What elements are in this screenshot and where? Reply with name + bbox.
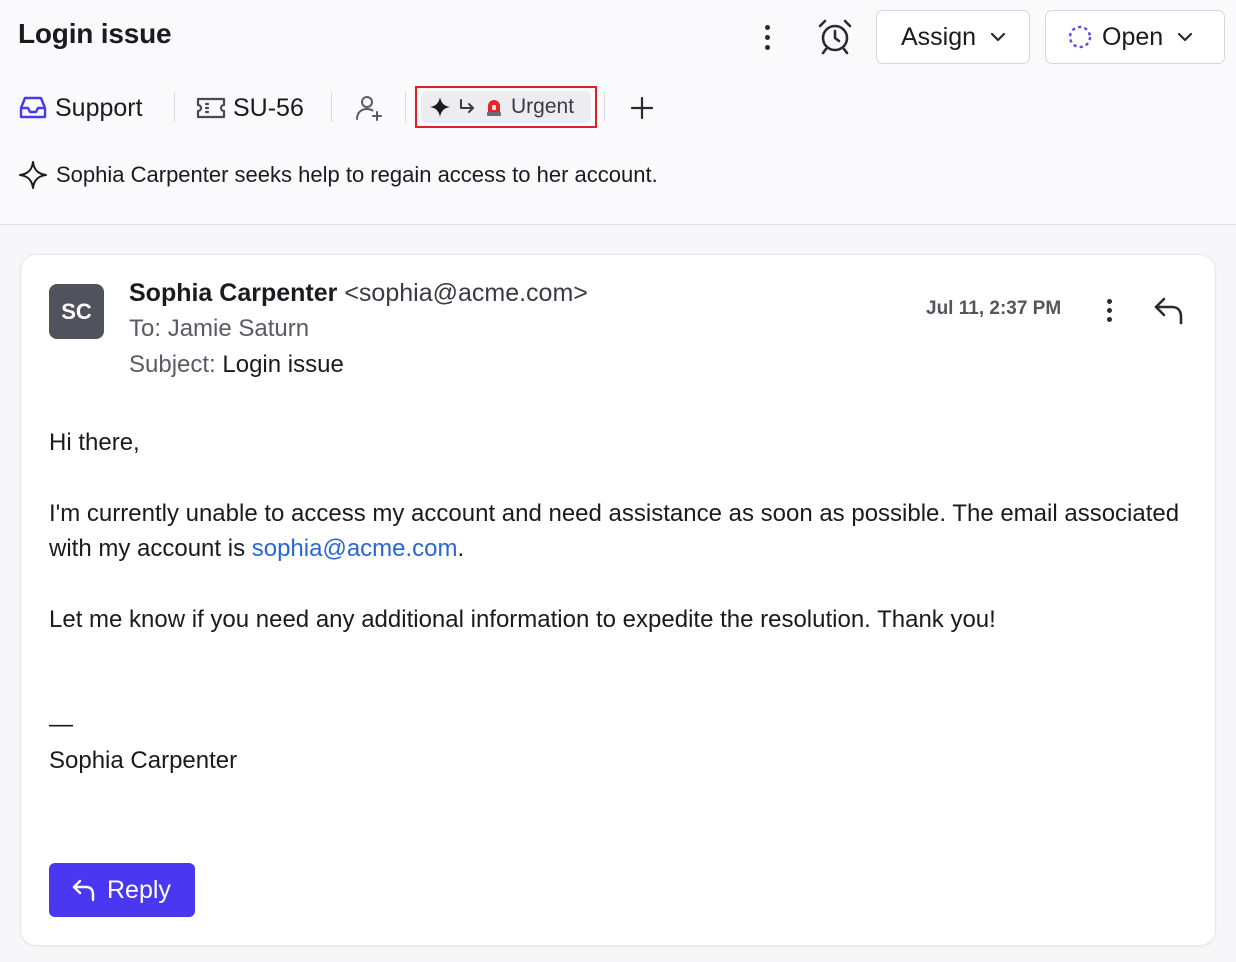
reply-label: Reply xyxy=(107,875,171,904)
divider xyxy=(331,92,332,122)
dot-icon xyxy=(764,34,770,40)
reply-arrow-icon xyxy=(72,879,95,902)
dot-icon xyxy=(764,44,770,50)
assign-button[interactable]: Assign xyxy=(876,10,1030,64)
dot-icon xyxy=(1106,316,1112,322)
sparkle-icon xyxy=(430,97,450,117)
assign-label: Assign xyxy=(901,22,977,51)
to-value: Jamie Saturn xyxy=(167,315,310,342)
message-reply-button[interactable] xyxy=(1152,293,1186,327)
summary-text: Sophia Carpenter seeks help to regain ac… xyxy=(56,162,658,187)
page-title: Login issue xyxy=(18,18,172,49)
dot-icon xyxy=(1106,298,1112,304)
priority-tag[interactable]: Urgent xyxy=(421,91,591,123)
message-options-button[interactable] xyxy=(1097,293,1121,327)
divider xyxy=(604,92,605,122)
priority-label: Urgent xyxy=(511,95,575,118)
ticket-header: Login issue Assign Open Support SU-56 Ur… xyxy=(0,0,1236,225)
divider xyxy=(405,92,406,122)
recipient-line: To: Jamie Saturn xyxy=(129,315,309,343)
ticket-id-label: SU-56 xyxy=(233,93,304,122)
signature-name: Sophia Carpenter xyxy=(49,747,238,774)
chevron-down-icon xyxy=(1178,32,1193,42)
snooze-button[interactable] xyxy=(814,16,856,58)
add-assignee-button[interactable] xyxy=(354,86,384,130)
sender-email: <sophia@acme.com> xyxy=(344,279,588,307)
ticket-id-tag[interactable]: SU-56 xyxy=(196,86,304,130)
reply-button[interactable]: Reply xyxy=(49,863,195,917)
subject-value: Login issue xyxy=(222,351,344,378)
team-tag[interactable]: Support xyxy=(18,86,143,130)
divider xyxy=(174,92,175,122)
to-label: To: xyxy=(129,315,162,342)
dot-icon xyxy=(1106,307,1112,313)
dot-icon xyxy=(764,24,770,30)
team-label: Support xyxy=(55,93,143,122)
more-options-button[interactable] xyxy=(752,18,782,56)
reply-arrow-icon xyxy=(1154,297,1183,325)
subject-line: Subject: Login issue xyxy=(129,351,344,379)
status-dropdown[interactable]: Open xyxy=(1045,10,1225,64)
avatar: SC xyxy=(49,284,104,339)
sender-line: Sophia Carpenter <sophia@acme.com> xyxy=(129,279,588,308)
subject-label: Subject: xyxy=(129,351,216,378)
message-greeting: Hi there, xyxy=(49,429,140,456)
paragraph-text: I'm currently unable to access my accoun… xyxy=(49,500,1180,562)
user-plus-icon xyxy=(356,96,382,121)
ai-summary: Sophia Carpenter seeks help to regain ac… xyxy=(18,160,658,190)
alarm-clock-icon xyxy=(818,19,852,55)
paragraph-text: . xyxy=(457,535,465,562)
ticket-icon xyxy=(196,97,226,119)
add-tag-button[interactable] xyxy=(628,94,656,122)
email-link[interactable]: sophia@acme.com xyxy=(252,535,458,562)
chevron-down-icon xyxy=(990,32,1006,42)
ticket-tags: Support SU-56 xyxy=(18,86,718,130)
status-label: Open xyxy=(1102,22,1164,51)
siren-icon xyxy=(487,100,501,116)
message-paragraph: Let me know if you need any additional i… xyxy=(49,606,996,633)
subdirectory-arrow-icon xyxy=(460,99,474,113)
signature-dash: — xyxy=(49,711,73,738)
inbox-icon xyxy=(19,96,47,119)
message-timestamp: Jul 11, 2:37 PM xyxy=(926,298,1062,319)
plus-icon xyxy=(630,96,654,120)
sender-name: Sophia Carpenter xyxy=(129,279,338,307)
message-card: SC Sophia Carpenter <sophia@acme.com> To… xyxy=(20,254,1216,946)
message-paragraph: I'm currently unable to access my accoun… xyxy=(49,496,1189,566)
status-open-icon xyxy=(1068,25,1092,49)
sparkle-icon xyxy=(19,161,47,189)
